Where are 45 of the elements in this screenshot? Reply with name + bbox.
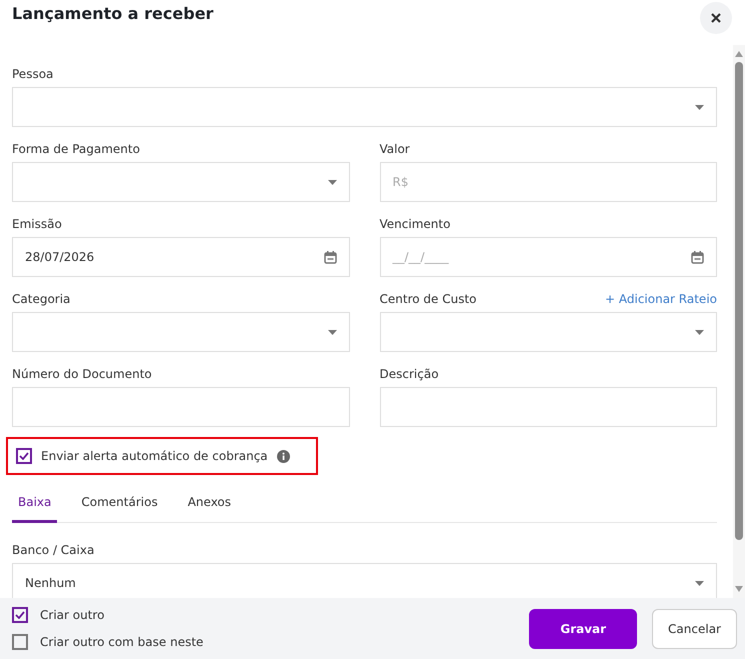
scroll-down-icon[interactable] (735, 586, 743, 592)
dropdown-caret-icon (695, 104, 704, 110)
field-label: Vencimento (380, 217, 450, 231)
select-field[interactable] (12, 312, 350, 352)
checkbox-label: Criar outro com base neste (40, 635, 204, 649)
select-field[interactable] (12, 162, 350, 202)
field-label: Descrição (380, 367, 439, 381)
field-label: Categoria (12, 292, 70, 306)
scrollbar[interactable] (733, 45, 745, 598)
close-icon (711, 13, 721, 23)
close-button[interactable] (700, 2, 732, 34)
select-field[interactable] (12, 87, 717, 127)
checkbox[interactable] (16, 448, 32, 464)
checkbox-label: Enviar alerta automático de cobrança (41, 449, 268, 463)
dropdown-caret-icon (695, 580, 704, 586)
checkbox-label: Criar outro (40, 608, 104, 622)
scroll-up-icon[interactable] (735, 51, 743, 57)
select-field[interactable] (380, 312, 717, 352)
dialog-title: Lançamento a receber (12, 4, 214, 23)
save-button[interactable]: Gravar (529, 608, 638, 648)
tab[interactable]: Comentários (75, 483, 164, 523)
field-label: Centro de Custo (380, 292, 476, 306)
calendar-icon (691, 250, 704, 264)
calendar-icon (324, 250, 336, 264)
checkbox[interactable] (12, 607, 28, 623)
field-label: Banco / Caixa (12, 543, 96, 557)
field-label: Emissão (12, 217, 62, 231)
field-label: Forma de Pagamento (12, 142, 140, 156)
dropdown-caret-icon (328, 180, 336, 184)
checkbox[interactable] (12, 634, 28, 650)
date-field[interactable]: 28/07/2026 (12, 237, 350, 277)
add-link[interactable]: + Adicionar Rateio (605, 292, 717, 306)
dropdown-caret-icon (328, 330, 336, 334)
tab[interactable]: Anexos (182, 483, 238, 523)
field-label: Pessoa (12, 67, 54, 81)
check-icon (15, 611, 25, 619)
dropdown-caret-icon (695, 330, 704, 334)
field-label: Valor (380, 142, 410, 156)
field-label: Número do Documento (12, 367, 152, 381)
input-field[interactable] (12, 387, 350, 427)
input-field[interactable] (380, 387, 717, 427)
check-icon (19, 452, 29, 460)
cancel-button[interactable]: Cancelar (652, 608, 737, 648)
tab[interactable]: Baixa (12, 483, 58, 523)
info-icon (276, 450, 290, 462)
